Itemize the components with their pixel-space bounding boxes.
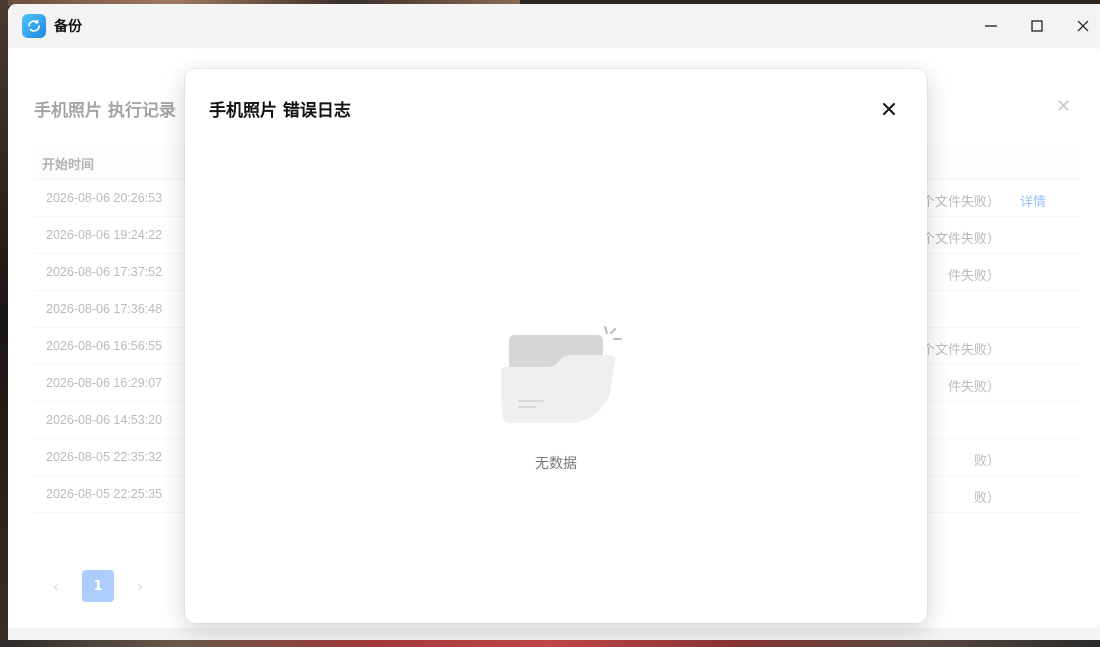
- records-panel-close-button[interactable]: ✕: [1056, 96, 1071, 117]
- row-status: 败）: [973, 491, 1000, 506]
- row-status: 件失败）: [947, 269, 1000, 284]
- row-time: 2026-08-05 22:25:35: [46, 487, 163, 501]
- close-icon: [1077, 20, 1089, 32]
- close-icon: [883, 103, 895, 115]
- title-bar[interactable]: 备份: [8, 4, 1100, 48]
- error-log-dialog: 手机照片 错误日志 无数据: [185, 69, 927, 623]
- maximize-icon: [1031, 20, 1043, 32]
- row-time: 2026-08-06 17:36:48: [46, 302, 163, 316]
- row-status: 个文件失败）: [921, 232, 1000, 247]
- maximize-button[interactable]: [1022, 12, 1052, 40]
- dialog-close-button[interactable]: [877, 97, 901, 121]
- row-status: 败）: [973, 454, 1000, 469]
- row-status: 个文件失败）: [921, 195, 1000, 210]
- row-time: 2026-08-05 22:35:32: [46, 450, 163, 464]
- desktop-background-left: [0, 0, 8, 647]
- row-time: 2026-08-06 16:56:55: [46, 339, 163, 353]
- minimize-icon: [985, 25, 997, 27]
- desktop-background-bottom: [0, 639, 1100, 647]
- row-status: 件失败）: [947, 380, 1000, 395]
- dialog-title: 手机照片 错误日志: [209, 101, 351, 121]
- row-status: 个文件失败）: [921, 343, 1000, 358]
- minimize-button[interactable]: [976, 12, 1006, 40]
- row-detail-link[interactable]: 详情: [1020, 191, 1046, 210]
- backup-app-icon: [22, 14, 46, 38]
- prev-page-button[interactable]: ‹: [48, 577, 64, 596]
- empty-state-text: 无数据: [535, 456, 577, 472]
- column-start-time: 开始时间: [42, 158, 95, 173]
- row-time: 2026-08-06 17:37:52: [46, 265, 163, 279]
- page-1-button[interactable]: 1: [82, 570, 114, 602]
- records-panel-title: 手机照片 执行记录: [34, 101, 176, 121]
- empty-folder-icon: [500, 326, 622, 423]
- row-time: 2026-08-06 19:24:22: [46, 228, 163, 242]
- next-page-button[interactable]: ›: [132, 577, 148, 596]
- window-close-button[interactable]: [1068, 12, 1098, 40]
- row-time: 2026-08-06 14:53:20: [46, 413, 163, 427]
- row-time: 2026-08-06 16:29:07: [46, 376, 163, 390]
- row-time: 2026-08-06 20:26:53: [46, 191, 163, 205]
- pagination: ‹ 1 ›: [48, 570, 148, 602]
- window-title: 备份: [54, 19, 82, 35]
